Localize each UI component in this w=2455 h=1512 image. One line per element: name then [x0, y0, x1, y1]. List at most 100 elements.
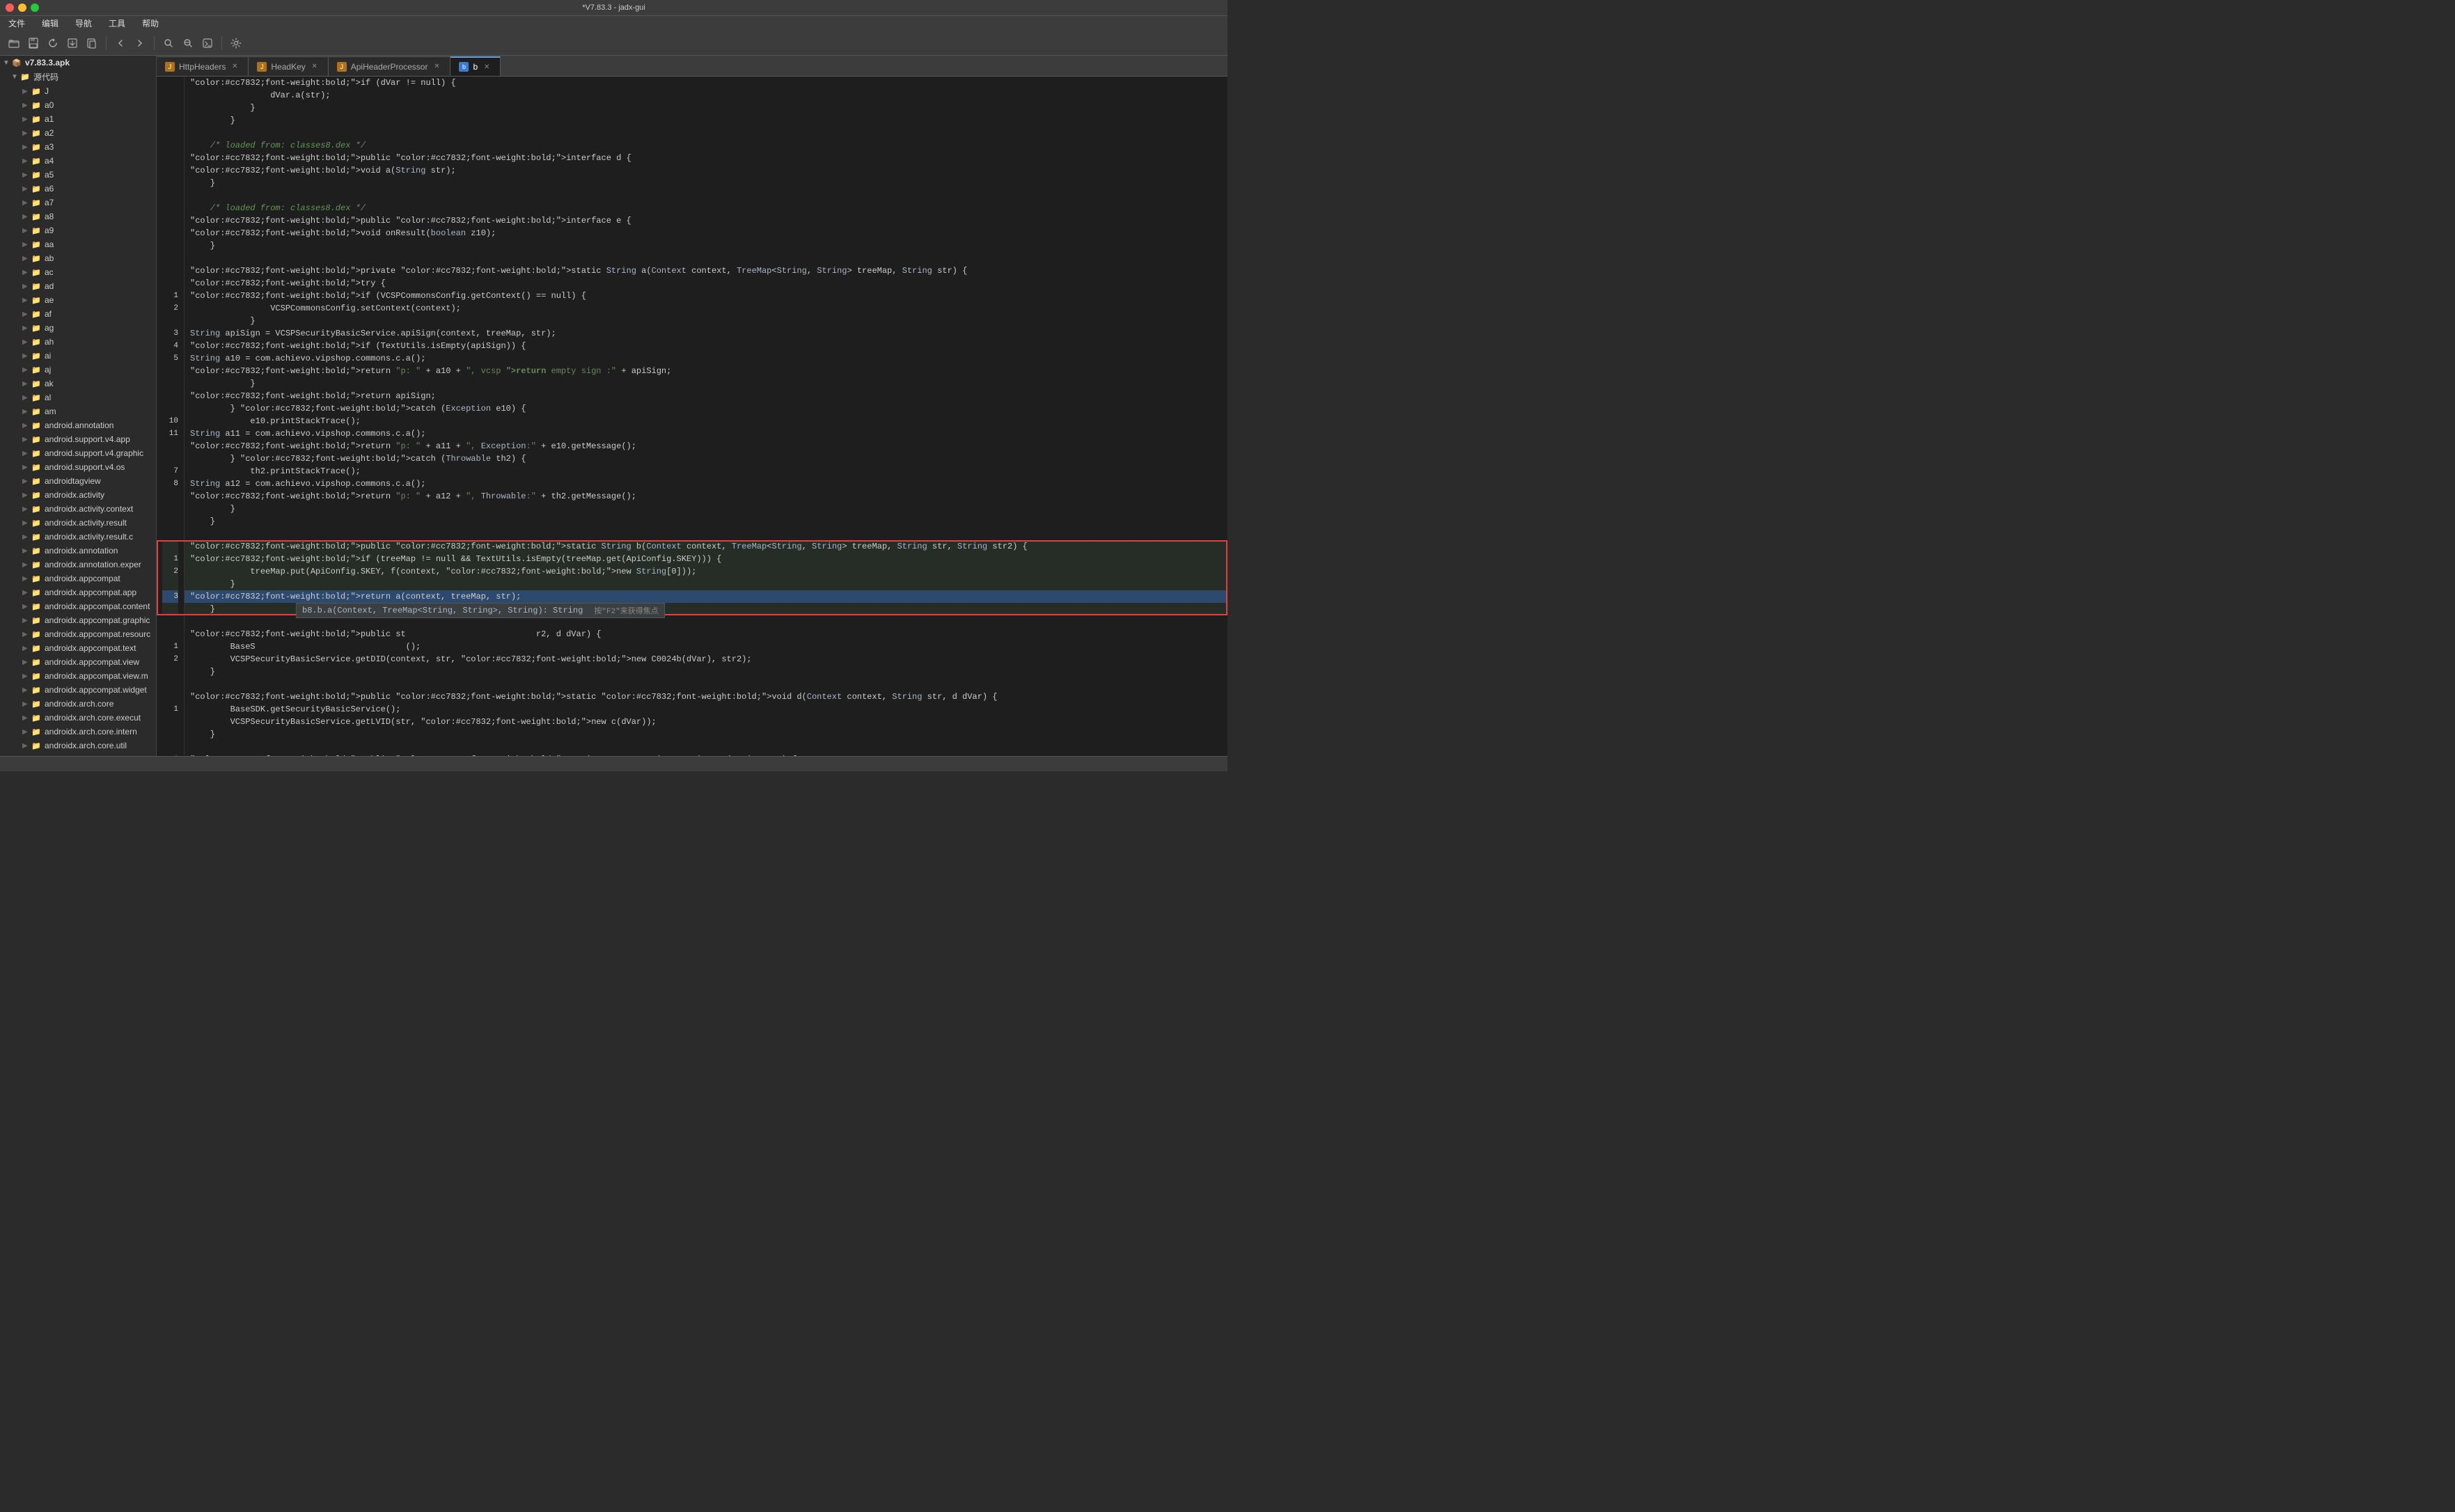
sidebar-item-androidx-annotation-exper[interactable]: ▶ 📁 androidx.annotation.exper [0, 558, 156, 572]
sidebar-item-androidx-appcompat-widget[interactable]: ▶ 📁 androidx.appcompat.widget [0, 683, 156, 697]
arrow-icon: ▶ [22, 408, 31, 416]
sidebar-item-a1[interactable]: ▶ 📁 a1 [0, 112, 156, 126]
code-line-20: String apiSign = VCSPSecurityBasicServic… [185, 327, 1228, 340]
sidebar-item-androidx-activity-context[interactable]: ▶ 📁 androidx.activity.context [0, 502, 156, 516]
line-num-2 [162, 102, 178, 114]
sidebar-item-android-support-v4-app[interactable]: ▶ 📁 android.support.v4.app [0, 432, 156, 446]
sidebar-item-a4[interactable]: ▶ 📁 a4 [0, 154, 156, 168]
sidebar[interactable]: ▼ 📦 v7.83.3.apk ▼ 📁 源代码 ▶ 📁 J ▶ 📁 a0 ▶ 📁… [0, 56, 157, 756]
sidebar-item-a2[interactable]: ▶ 📁 a2 [0, 126, 156, 140]
tree-source-code[interactable]: ▼ 📁 源代码 [0, 70, 156, 84]
arrow-icon: ▶ [22, 603, 31, 611]
sidebar-item-ab[interactable]: ▶ 📁 ab [0, 251, 156, 265]
toolbar-open[interactable] [6, 35, 22, 52]
sidebar-item-a3[interactable]: ▶ 📁 a3 [0, 140, 156, 154]
menu-edit[interactable]: 编辑 [39, 16, 61, 31]
sidebar-item-androidx-activity-result-c[interactable]: ▶ 📁 androidx.activity.result.c [0, 530, 156, 544]
sidebar-item-a9[interactable]: ▶ 📁 a9 [0, 223, 156, 237]
sidebar-item-ai[interactable]: ▶ 📁 ai [0, 349, 156, 363]
sidebar-item-a0[interactable]: ▶ 📁 a0 [0, 98, 156, 112]
sidebar-item-ad[interactable]: ▶ 📁 ad [0, 279, 156, 293]
code-line-4 [185, 127, 1228, 139]
sidebar-item-ah[interactable]: ▶ 📁 ah [0, 335, 156, 349]
sidebar-item-af[interactable]: ▶ 📁 af [0, 307, 156, 321]
sidebar-item-android-support-v4-os[interactable]: ▶ 📁 android.support.v4.os [0, 460, 156, 474]
sidebar-item-J[interactable]: ▶ 📁 J [0, 84, 156, 98]
editor-area: J HttpHeaders ✕ J HeadKey ✕ J ApiHeaderP… [157, 56, 1228, 756]
menu-tools[interactable]: 工具 [106, 16, 128, 31]
code-line-30: } "color:#cc7832;font-weight:bold;">catc… [185, 452, 1228, 465]
toolbar-settings[interactable] [228, 35, 244, 52]
line-num-10 [162, 202, 178, 214]
minimize-button[interactable] [18, 3, 26, 12]
tree-root-apk[interactable]: ▼ 📦 v7.83.3.apk [0, 56, 156, 70]
sidebar-item-androidtagview[interactable]: ▶ 📁 androidtagview [0, 474, 156, 488]
sidebar-item-androidx-appcompat-graphic[interactable]: ▶ 📁 androidx.appcompat.graphic [0, 613, 156, 627]
sidebar-item-androidx-appcompat-text[interactable]: ▶ 📁 androidx.appcompat.text [0, 641, 156, 655]
sidebar-item-androidx-arch-core-intern[interactable]: ▶ 📁 androidx.arch.core.intern [0, 725, 156, 739]
sidebar-item-ac[interactable]: ▶ 📁 ac [0, 265, 156, 279]
menu-help[interactable]: 帮助 [139, 16, 162, 31]
code-line-36 [185, 528, 1228, 540]
toolbar-export1[interactable] [64, 35, 81, 52]
sidebar-item-aa[interactable]: ▶ 📁 aa [0, 237, 156, 251]
tab-headkey[interactable]: J HeadKey ✕ [249, 56, 328, 76]
sidebar-item-ag[interactable]: ▶ 📁 ag [0, 321, 156, 335]
sidebar-item-androidx-arch-core[interactable]: ▶ 📁 androidx.arch.core [0, 697, 156, 711]
toolbar-forward[interactable] [132, 35, 148, 52]
sidebar-item-androidx-arch-core-execut[interactable]: ▶ 📁 androidx.arch.core.execut [0, 711, 156, 725]
sidebar-item-a6[interactable]: ▶ 📁 a6 [0, 182, 156, 196]
menu-navigate[interactable]: 导航 [72, 16, 95, 31]
sidebar-item-androidx-appcompat-view-m[interactable]: ▶ 📁 androidx.appcompat.view.m [0, 669, 156, 683]
tab-close-apiheaderprocessor[interactable]: ✕ [432, 62, 441, 72]
toolbar-reload[interactable] [45, 35, 61, 52]
line-numbers: 1234510117812312113 [157, 77, 185, 756]
tab-apiheaderprocessor[interactable]: J ApiHeaderProcessor ✕ [329, 56, 451, 76]
sidebar-item-android-support-v4-graphic[interactable]: ▶ 📁 android.support.v4.graphic [0, 446, 156, 460]
sidebar-item-am[interactable]: ▶ 📁 am [0, 404, 156, 418]
code-line-53 [185, 741, 1228, 753]
sidebar-item-android-annotation[interactable]: ▶ 📁 android.annotation [0, 418, 156, 432]
toolbar-save[interactable] [25, 35, 42, 52]
sidebar-item-androidx-activity-result[interactable]: ▶ 📁 androidx.activity.result [0, 516, 156, 530]
tab-close-httpheaders[interactable]: ✕ [230, 62, 240, 72]
sidebar-item-a5[interactable]: ▶ 📁 a5 [0, 168, 156, 182]
arrow-icon: ▶ [22, 116, 31, 123]
toolbar-decompile[interactable] [199, 35, 216, 52]
sidebar-item-aj[interactable]: ▶ 📁 aj [0, 363, 156, 377]
maximize-button[interactable] [31, 3, 39, 12]
sidebar-item-androidx-appcompat-view[interactable]: ▶ 📁 androidx.appcompat.view [0, 655, 156, 669]
toolbar-export2[interactable] [84, 35, 100, 52]
arrow-icon: ▶ [22, 464, 31, 471]
sidebar-item-androidx-appcompat-content[interactable]: ▶ 📁 androidx.appcompat.content [0, 599, 156, 613]
sidebar-item-ae[interactable]: ▶ 📁 ae [0, 293, 156, 307]
sidebar-item-androidx-appcompat-resourc[interactable]: ▶ 📁 androidx.appcompat.resourc [0, 627, 156, 641]
sidebar-item-label: androidx.activity.result.c [45, 532, 133, 542]
menu-file[interactable]: 文件 [6, 16, 28, 31]
sidebar-item-androidx-annotation[interactable]: ▶ 📁 androidx.annotation [0, 544, 156, 558]
tab-httpheaders[interactable]: J HttpHeaders ✕ [157, 56, 249, 76]
close-button[interactable] [6, 3, 14, 12]
tab-close-headkey[interactable]: ✕ [310, 62, 320, 72]
toolbar-back[interactable] [112, 35, 129, 52]
sidebar-item-a7[interactable]: ▶ 📁 a7 [0, 196, 156, 210]
arrow-icon: ▶ [22, 241, 31, 249]
folder-icon: 📁 [31, 475, 42, 487]
sidebar-item-al[interactable]: ▶ 📁 al [0, 391, 156, 404]
arrow-icon: ▶ [22, 491, 31, 499]
tab-close-b[interactable]: ✕ [482, 62, 492, 72]
folder-icon: 📁 [31, 670, 42, 682]
toolbar-search2[interactable] [180, 35, 196, 52]
tab-b[interactable]: b b ✕ [450, 56, 501, 76]
sidebar-item-androidx-activity[interactable]: ▶ 📁 androidx.activity [0, 488, 156, 502]
code-editor[interactable]: 1234510117812312113 "color:#cc7832;font-… [157, 77, 1228, 756]
code-line-32: String a12 = com.achievo.vipshop.commons… [185, 478, 1228, 490]
sidebar-item-a8[interactable]: ▶ 📁 a8 [0, 210, 156, 223]
sidebar-item-androidx-arch-core-util[interactable]: ▶ 📁 androidx.arch.core.util [0, 739, 156, 753]
sidebar-item-ak[interactable]: ▶ 📁 ak [0, 377, 156, 391]
toolbar-search1[interactable] [160, 35, 177, 52]
sidebar-item-androidx-appcompat-app[interactable]: ▶ 📁 androidx.appcompat.app [0, 585, 156, 599]
arrow-icon: ▶ [22, 129, 31, 137]
sidebar-item-androidx-asynclayoutinflat[interactable]: ▶ 📁 androidx.asynclayoutinflat [0, 753, 156, 756]
sidebar-item-androidx-appcompat[interactable]: ▶ 📁 androidx.appcompat [0, 572, 156, 585]
